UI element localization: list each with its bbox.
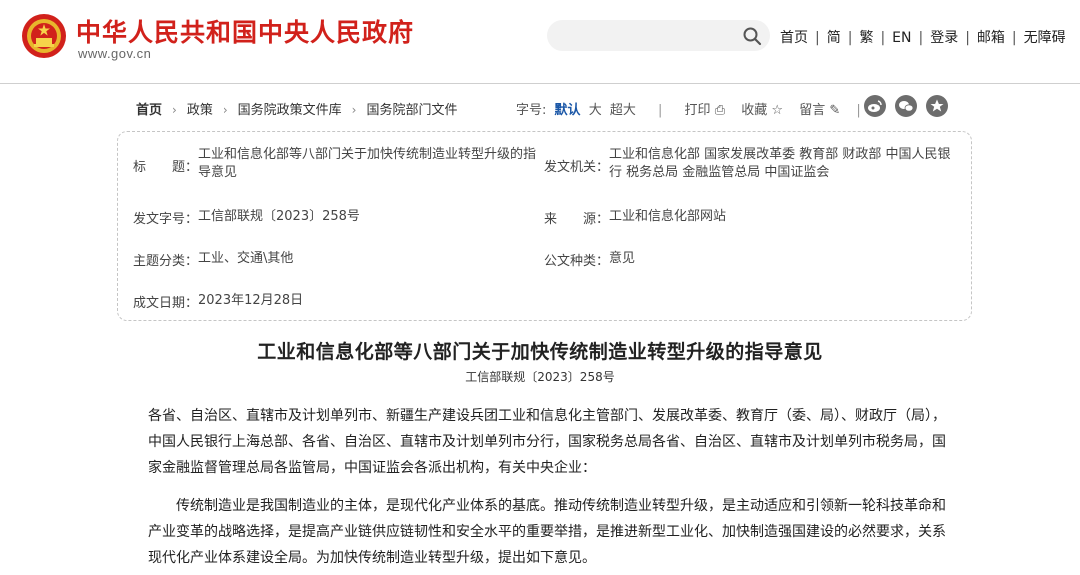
site-header: 中华人民共和国中央人民政府 www.gov.cn 首页 | 简 | 繁 | EN | 登录 | 邮箱… <box>0 0 1080 84</box>
breadcrumb-dept-docs[interactable]: 国务院部门文件 <box>366 103 457 118</box>
issuer-value: 工业和信息化部 国家发展改革委 教育部 财政部 中国人民银行 税务总局 金融监管… <box>609 147 951 180</box>
star-icon: ☆ <box>771 103 784 118</box>
document-number: 工信部联规〔2023〕258号 <box>465 370 615 384</box>
page-tools: 字号: 默认 大 超大 | 打印 ⎙ 收藏 ☆ 留言 ✎ | <box>516 103 861 118</box>
topic-label: 主题分类： <box>133 254 199 269</box>
breadcrumb-policy-library[interactable]: 国务院政策文件库 <box>238 103 342 118</box>
search-icon[interactable] <box>742 26 762 46</box>
print-button[interactable]: 打印 ⎙ <box>685 103 726 118</box>
chevron-right-icon: › <box>172 103 177 117</box>
issuer-label: 发文机关： <box>544 160 610 175</box>
site-url: www.gov.cn <box>78 46 152 61</box>
breadcrumb-home[interactable]: 首页 <box>136 103 162 118</box>
nav-accessibility[interactable]: 无障碍 <box>1024 30 1066 46</box>
favorite-label: 收藏 <box>741 103 768 118</box>
nav-mailbox[interactable]: 邮箱 <box>977 30 1005 46</box>
date-label: 成文日期： <box>133 296 199 311</box>
print-label: 打印 <box>684 103 711 118</box>
docno-label: 发文字号： <box>133 212 199 227</box>
addressees-paragraph: 各省、自治区、直辖市及计划单列市、新疆生产建设兵团工业和信息化主管部门、发展改革… <box>148 408 946 476</box>
doctype-label: 公文种类： <box>544 254 610 269</box>
more-icon[interactable] <box>926 95 948 117</box>
topic-value: 工业、交通\其他 <box>198 251 294 266</box>
source-value: 工业和信息化部网站 <box>609 209 727 224</box>
docno-value: 工信部联规〔2023〕258号 <box>198 209 360 224</box>
doctype-value: 意见 <box>609 251 636 266</box>
breadcrumb-policy[interactable]: 政策 <box>187 103 213 118</box>
nav-home[interactable]: 首页 <box>780 30 808 46</box>
date-value: 2023年12月28日 <box>198 293 304 308</box>
title-value: 工业和信息化部等八部门关于加快传统制造业转型升级的指导意见 <box>198 147 537 180</box>
printer-icon: ⎙ <box>714 103 726 118</box>
title-label: 标 题： <box>133 160 199 175</box>
chevron-right-icon: › <box>351 103 357 117</box>
nav-simplified[interactable]: 简 <box>827 30 841 46</box>
favorite-button[interactable]: 收藏 ☆ <box>741 103 783 118</box>
nav-english[interactable]: EN <box>892 30 911 46</box>
comment-label: 留言 <box>799 103 826 118</box>
font-xlarge-option[interactable]: 超大 <box>610 103 636 118</box>
font-default-option[interactable]: 默认 <box>555 103 581 118</box>
nav-login[interactable]: 登录 <box>930 30 958 46</box>
pen-icon: ✎ <box>829 103 841 118</box>
font-large-option[interactable]: 大 <box>589 103 602 118</box>
nav-traditional[interactable]: 繁 <box>859 30 873 46</box>
weibo-icon[interactable] <box>864 95 886 117</box>
share-icons <box>864 95 957 117</box>
breadcrumb-toolbar: 首页 › 政策 › 国务院政策文件库 › 国务院部门文件 字号: 默认 大 超大 | 打印 … <box>136 95 956 118</box>
document-info-panel: 标 题： 工业和信息化部等八部门关于加快传统制造业转型升级的指导意见 发文机关：… <box>117 131 972 321</box>
document-title: 工业和信息化部等八部门关于加快传统制造业转型升级的指导意见 <box>257 341 823 363</box>
national-emblem-icon[interactable] <box>21 13 67 59</box>
breadcrumb: 首页 › 政策 › 国务院政策文件库 › 国务院部门文件 <box>136 99 458 118</box>
top-nav: 首页 | 简 | 繁 | EN | 登录 | 邮箱 | 无障碍 <box>780 30 1066 46</box>
intro-paragraph: 传统制造业是我国制造业的主体，是现代化产业体系的基底。推动传统制造业转型升级，是… <box>148 498 946 566</box>
site-title[interactable]: 中华人民共和国中央人民政府 <box>76 13 414 49</box>
comment-button[interactable]: 留言 ✎ <box>799 103 840 118</box>
chevron-right-icon: › <box>222 103 228 117</box>
source-label: 来 源： <box>544 212 610 227</box>
search-box[interactable] <box>547 20 770 51</box>
wechat-icon[interactable] <box>895 95 917 117</box>
font-size-label: 字号: <box>516 103 547 118</box>
